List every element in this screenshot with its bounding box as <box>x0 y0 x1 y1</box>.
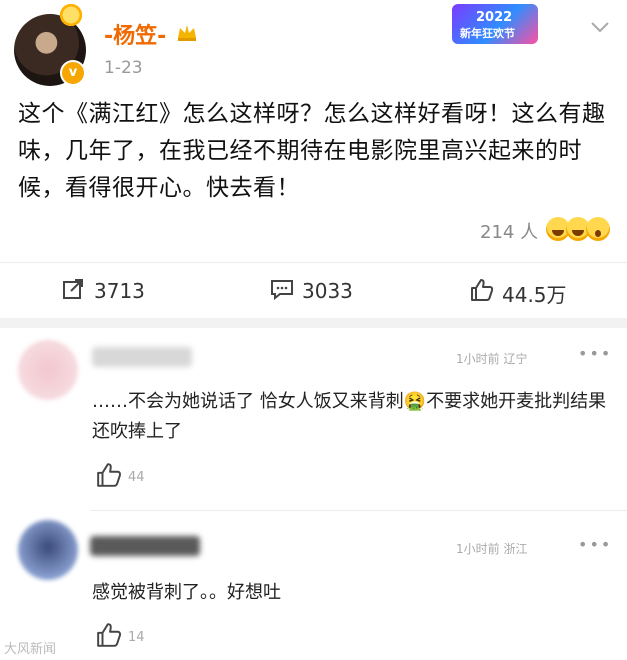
post-text: 这个《满江红》怎么这样呀？怎么这样好看呀！这么有趣味，几年了，在我已经不期待在电… <box>18 101 606 201</box>
chevron-down-icon[interactable] <box>590 20 610 34</box>
section-separator <box>0 318 627 328</box>
reactions-count[interactable]: 214 人 <box>480 218 538 244</box>
comment-count: 3033 <box>302 279 353 303</box>
comment-like-count: 14 <box>128 630 145 645</box>
comment-text: ……不会为她说话了 恰女人饭又来背刺🤮不要求她开麦批判结果还吹捧上了 <box>92 391 607 442</box>
more-options-icon[interactable]: ••• <box>578 344 612 363</box>
watermark: 大风新闻 <box>4 642 57 657</box>
post-header: v -杨笠- 1-23 2022 新年狂欢节 <box>0 0 627 90</box>
repost-button[interactable]: 3713 <box>62 276 162 306</box>
comment-time-location: 1小时前 浙江 <box>456 542 528 556</box>
comment-avatar[interactable] <box>18 520 78 580</box>
repost-icon <box>63 279 83 299</box>
divider <box>0 262 627 263</box>
sun-decoration-icon <box>58 2 84 28</box>
comment-username-blurred[interactable] <box>90 536 200 556</box>
comment-like-count: 44 <box>128 470 145 485</box>
comment-button[interactable]: 3033 <box>270 276 380 306</box>
post-date: 1-23 <box>104 58 143 78</box>
comment-username-blurred[interactable] <box>92 347 192 367</box>
thumbs-up-icon[interactable] <box>96 622 122 648</box>
repost-count: 3713 <box>94 279 145 303</box>
divider <box>90 510 627 511</box>
event-badge-year: 2022 <box>476 10 513 25</box>
more-options-icon[interactable]: ••• <box>578 535 612 554</box>
thumbs-up-icon <box>471 279 494 301</box>
thumbs-up-icon[interactable] <box>96 462 122 488</box>
username[interactable]: -杨笠- <box>104 18 166 50</box>
comment-text: 感觉被背刺了。。好想吐 <box>92 582 281 603</box>
verified-v-icon: v <box>60 60 86 86</box>
surprised-emoji-icon <box>586 217 610 241</box>
event-badge-text: 新年狂欢节 <box>460 27 515 40</box>
comment-time-location: 1小时前 辽宁 <box>456 352 528 366</box>
comment-icon <box>271 280 293 300</box>
crown-icon <box>178 25 196 41</box>
comment-avatar[interactable] <box>18 340 78 400</box>
like-count: 44.5万 <box>502 283 567 307</box>
like-button[interactable]: 44.5万 <box>470 276 590 307</box>
